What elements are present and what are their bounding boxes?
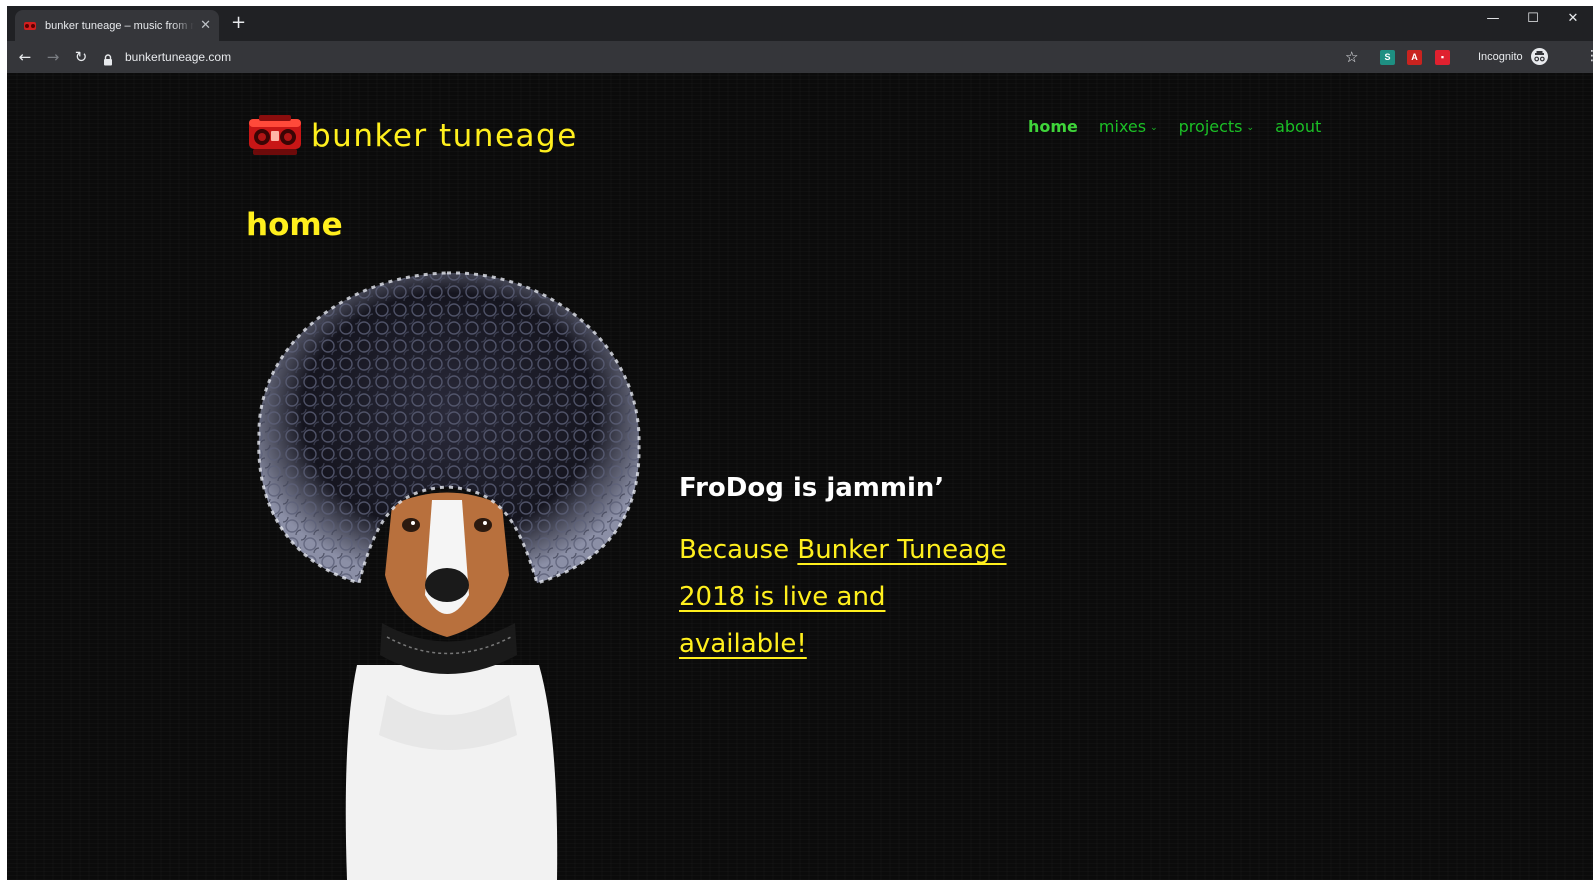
tab-close-icon[interactable]: ✕ xyxy=(200,18,211,33)
announcement-prefix: Because xyxy=(679,535,798,565)
logo-text: bunker tuneage xyxy=(311,118,578,154)
site-logo[interactable]: bunker tuneage xyxy=(245,113,578,159)
browser-window: bunker tuneage – music from my ✕ + — ☐ ✕… xyxy=(7,6,1593,880)
reload-button[interactable]: ↻ xyxy=(67,43,95,71)
tab-strip: bunker tuneage – music from my ✕ + — ☐ ✕ xyxy=(7,6,1593,41)
browser-tab[interactable]: bunker tuneage – music from my ✕ xyxy=(15,10,219,41)
maximize-button[interactable]: ☐ xyxy=(1513,6,1553,30)
back-button[interactable]: ← xyxy=(11,43,39,71)
new-tab-button[interactable]: + xyxy=(231,14,246,32)
forward-button[interactable]: → xyxy=(39,43,67,71)
incognito-label: Incognito xyxy=(1478,51,1523,63)
main-nav: home mixes ⌄ projects ⌄ about xyxy=(1028,117,1321,136)
pdf-icon[interactable]: A xyxy=(1407,50,1422,65)
boombox-favicon-icon xyxy=(23,20,37,32)
extension-red-icon[interactable]: ▪ xyxy=(1435,50,1450,65)
announcement-paragraph: Because Bunker Tuneage 2018 is live and … xyxy=(679,527,1019,668)
headline: FroDog is jammin’ xyxy=(679,473,945,503)
page-content: bunker tuneage home mixes ⌄ projects ⌄ abo… xyxy=(7,73,1593,880)
close-window-button[interactable]: ✕ xyxy=(1553,6,1593,30)
minimize-button[interactable]: — xyxy=(1473,6,1513,30)
page-title: home xyxy=(246,207,343,243)
nav-projects-label: projects xyxy=(1178,117,1243,136)
hero-text: FroDog is jammin’ Because Bunker Tuneage… xyxy=(679,473,1019,668)
nav-home-label: home xyxy=(1028,117,1078,136)
nav-projects[interactable]: projects ⌄ xyxy=(1179,117,1254,136)
window-controls: — ☐ ✕ xyxy=(1473,6,1593,34)
nav-home[interactable]: home xyxy=(1028,117,1078,136)
tab-title: bunker tuneage – music from my xyxy=(45,19,195,32)
chevron-down-icon: ⌄ xyxy=(1246,122,1255,133)
nav-mixes-label: mixes xyxy=(1098,117,1147,136)
afro-dog-image xyxy=(247,265,647,880)
nav-about-label: about xyxy=(1275,117,1322,136)
nav-mixes[interactable]: mixes ⌄ xyxy=(1099,117,1158,136)
browser-toolbar: ← → ↻ bunkertuneage.com ☆ S A ▪ Incognit… xyxy=(7,41,1593,73)
browser-menu-icon[interactable]: ⋮ xyxy=(1585,48,1593,64)
incognito-icon[interactable] xyxy=(1531,48,1548,65)
star-icon[interactable]: ☆ xyxy=(1345,48,1358,66)
lock-icon xyxy=(103,51,113,66)
boombox-logo-icon xyxy=(245,113,305,159)
extension-icon[interactable]: S xyxy=(1380,50,1395,65)
url-text: bunkertuneage.com xyxy=(125,50,232,64)
chevron-down-icon: ⌄ xyxy=(1150,122,1158,133)
address-bar[interactable]: bunkertuneage.com xyxy=(103,45,1365,69)
nav-about[interactable]: about xyxy=(1275,117,1321,136)
